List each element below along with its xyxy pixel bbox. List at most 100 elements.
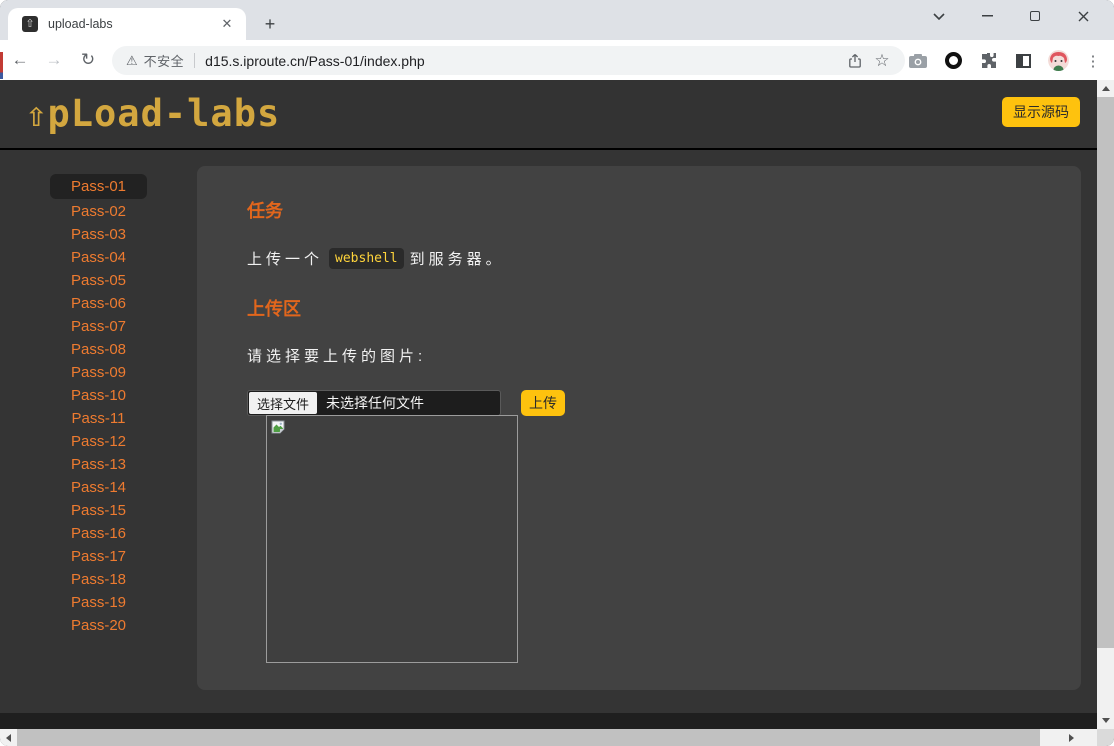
sidebar-item-pass[interactable]: Pass-04 — [40, 246, 157, 269]
sidebar-item-pass[interactable]: Pass-20 — [40, 614, 157, 637]
scroll-right-button[interactable] — [1063, 729, 1080, 746]
pass-link[interactable]: Pass-16 — [71, 525, 126, 542]
page-footer-strip — [0, 713, 1097, 729]
ring-icon — [945, 52, 962, 69]
sidebar-item-pass[interactable]: Pass-08 — [40, 338, 157, 361]
new-tab-button[interactable]: + — [256, 11, 284, 39]
sidebar-item-pass[interactable]: Pass-09 — [40, 361, 157, 384]
upload-area-heading: 上传区 — [247, 295, 1081, 321]
pass-link[interactable]: Pass-05 — [71, 272, 126, 289]
ring-extension-icon[interactable] — [942, 50, 964, 72]
task-text-prefix: 上传一个 — [247, 248, 323, 269]
show-source-button[interactable]: 显示源码 — [1002, 97, 1080, 127]
sidebar-item-pass[interactable]: Pass-11 — [40, 407, 157, 430]
upload-result-image-placeholder — [266, 415, 518, 663]
browser-tab[interactable]: ⇧ upload-labs ✕ — [8, 8, 246, 40]
window-controls — [928, 0, 1106, 32]
logo-text: pLoad-labs — [47, 92, 280, 135]
sidebar-item-pass[interactable]: Pass-07 — [40, 315, 157, 338]
maximize-icon — [1030, 11, 1040, 21]
pass-link[interactable]: Pass-07 — [71, 318, 126, 335]
security-label[interactable]: 不安全 — [144, 51, 185, 70]
pass-link[interactable]: Pass-09 — [71, 364, 126, 381]
pass-link[interactable]: Pass-01 — [71, 178, 126, 195]
webpage: ⇧pLoad-labs 显示源码 Pass-01Pass-02Pass-03Pa… — [0, 80, 1097, 729]
pass-link[interactable]: Pass-20 — [71, 617, 126, 634]
site-header: ⇧pLoad-labs 显示源码 — [0, 80, 1097, 150]
sidebar-item-pass[interactable]: Pass-10 — [40, 384, 157, 407]
horizontal-scrollbar[interactable] — [0, 729, 1097, 746]
browser-menu-icon[interactable]: ⋮ — [1082, 50, 1104, 72]
vertical-scrollbar-thumb[interactable] — [1097, 97, 1114, 648]
share-icon[interactable] — [843, 48, 869, 74]
task-heading: 任务 — [247, 197, 1081, 223]
horizontal-scrollbar-thumb[interactable] — [17, 729, 1040, 746]
minimize-button[interactable] — [976, 5, 998, 27]
pass-link[interactable]: Pass-19 — [71, 594, 126, 611]
vertical-scrollbar[interactable] — [1097, 80, 1114, 729]
choose-file-button[interactable]: 选择文件 — [249, 392, 317, 414]
forward-button[interactable]: → — [40, 46, 68, 74]
file-input[interactable]: 选择文件 未选择任何文件 — [247, 390, 501, 416]
pass-link[interactable]: Pass-18 — [71, 571, 126, 588]
upload-prompt: 请选择要上传的图片: — [247, 345, 1081, 366]
pass-link[interactable]: Pass-11 — [72, 410, 126, 427]
back-button[interactable]: ← — [6, 46, 34, 74]
logo-arrow-icon: ⇧ — [26, 95, 47, 135]
sidebar-item-pass[interactable]: Pass-06 — [40, 292, 157, 315]
scroll-left-button[interactable] — [0, 729, 17, 746]
close-window-button[interactable] — [1072, 5, 1094, 27]
sidebar-item-pass[interactable]: Pass-12 — [40, 430, 157, 453]
pass-link[interactable]: Pass-10 — [71, 387, 126, 404]
broken-image-icon — [271, 420, 287, 436]
pass-link[interactable]: Pass-08 — [71, 341, 126, 358]
window-chevron-icon[interactable] — [928, 5, 950, 27]
sidebar-item-pass[interactable]: Pass-05 — [40, 269, 157, 292]
tab-strip: ⇧ upload-labs ✕ + — [0, 0, 1114, 40]
pass-link[interactable]: Pass-13 — [71, 456, 126, 473]
pass-link[interactable]: Pass-12 — [71, 433, 126, 450]
sidebar-item-pass[interactable]: Pass-14 — [40, 476, 157, 499]
scroll-up-button[interactable] — [1097, 80, 1114, 97]
pass-link[interactable]: Pass-17 — [71, 548, 126, 565]
url-text[interactable]: d15.s.iproute.cn/Pass-01/index.php — [205, 53, 843, 69]
content-panel: 任务 上传一个 webshell 到服务器。 上传区 请选择要上传的图片: 选择… — [197, 166, 1081, 690]
scrollbar-corner — [1097, 729, 1114, 746]
background-window-sliver — [0, 46, 3, 79]
sidebar-item-pass[interactable]: Pass-19 — [40, 591, 157, 614]
sidebar-item-pass[interactable]: Pass-01 — [50, 174, 147, 199]
scroll-down-button[interactable] — [1097, 712, 1114, 729]
camera-extension-icon[interactable] — [907, 50, 929, 72]
sidebar-item-pass[interactable]: Pass-18 — [40, 568, 157, 591]
task-description: 上传一个 webshell 到服务器。 — [247, 248, 1081, 269]
sidebar-item-pass[interactable]: Pass-13 — [40, 453, 157, 476]
pass-link[interactable]: Pass-15 — [71, 502, 126, 519]
pass-link[interactable]: Pass-14 — [71, 479, 126, 496]
sidebar-item-pass[interactable]: Pass-15 — [40, 499, 157, 522]
profile-avatar[interactable] — [1047, 50, 1069, 72]
pass-link[interactable]: Pass-04 — [71, 249, 126, 266]
sidebar-item-pass[interactable]: Pass-02 — [40, 200, 157, 223]
extensions-puzzle-icon[interactable] — [977, 50, 999, 72]
tab-close-icon[interactable]: ✕ — [218, 15, 236, 33]
extension-icons: ⋮ — [907, 46, 1104, 75]
scroll-up-icon — [1102, 86, 1110, 91]
file-upload-row: 选择文件 未选择任何文件 上传 — [247, 390, 1081, 416]
side-panel-icon[interactable] — [1012, 50, 1034, 72]
pass-link[interactable]: Pass-03 — [71, 226, 126, 243]
sidebar-item-pass[interactable]: Pass-03 — [40, 223, 157, 246]
upload-button[interactable]: 上传 — [521, 390, 565, 416]
maximize-button[interactable] — [1024, 5, 1046, 27]
browser-window: ⇧ upload-labs ✕ + ← → ↻ ⚠ 不安全 d15.s.ipro… — [0, 0, 1114, 746]
pass-list: Pass-01 Pass-02 Pass-03 Pass-04 Pass-05 Pass-… — [0, 174, 157, 637]
reload-button[interactable]: ↻ — [74, 46, 102, 74]
tab-favicon-icon: ⇧ — [22, 16, 38, 32]
pass-link[interactable]: Pass-02 — [71, 203, 126, 220]
bookmark-star-icon[interactable]: ☆ — [869, 48, 895, 74]
sidebar-item-pass[interactable]: Pass-17 — [40, 545, 157, 568]
panel-icon — [1016, 54, 1031, 68]
sidebar-item-pass[interactable]: Pass-16 — [40, 522, 157, 545]
scroll-left-icon — [6, 734, 11, 742]
address-bar[interactable]: ⚠ 不安全 d15.s.iproute.cn/Pass-01/index.php… — [112, 46, 905, 75]
pass-link[interactable]: Pass-06 — [71, 295, 126, 312]
